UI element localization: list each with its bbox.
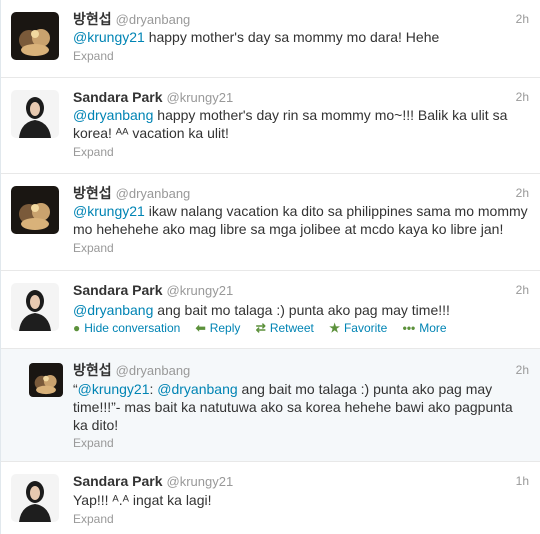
tweet-text: @dryanbang happy mother's day rin sa mom… xyxy=(73,106,523,142)
expand-link[interactable]: Expand xyxy=(73,435,114,451)
tweet-item[interactable]: Sandara Park @krungy21 2h @dryanbang happ… xyxy=(1,78,540,174)
tweet-fullname[interactable]: Sandara Park xyxy=(73,89,163,105)
mention-link[interactable]: @dryanbang xyxy=(73,107,153,123)
star-icon: ★ xyxy=(329,321,340,335)
expand-link[interactable]: Expand xyxy=(73,48,114,64)
tweet-item[interactable]: Sandara Park @krungy21 1h Yap!!! ᴬ.ᴬ inga… xyxy=(1,462,540,534)
tweet-fullname[interactable]: Sandara Park xyxy=(73,473,163,489)
retweet-button[interactable]: ⇄ Retweet xyxy=(256,320,314,336)
avatar-krungy21[interactable] xyxy=(11,283,59,331)
tweet-time[interactable]: 2h xyxy=(516,361,529,379)
tweet-item[interactable]: 방현섭 @dryanbang 2h @krungy21 ikaw nalang v… xyxy=(1,174,540,271)
tweet-item-conversation[interactable]: 방현섭 @dryanbang 2h “@krungy21: @dryanbang … xyxy=(1,349,540,462)
tweet-time[interactable]: 2h xyxy=(516,184,529,202)
tweet-username[interactable]: @krungy21 xyxy=(167,283,234,298)
tweet-body: happy mother's day sa mommy mo dara! Heh… xyxy=(144,29,440,45)
reply-button[interactable]: ⬅ Reply xyxy=(196,320,241,336)
mention-link[interactable]: @dryanbang xyxy=(157,381,237,397)
tweet-actions: ● Hide conversation ⬅ Reply ⇄ Retweet ★ Favo… xyxy=(73,320,459,336)
tweet-text: Yap!!! ᴬ.ᴬ ingat ka lagi! xyxy=(73,492,212,508)
mention-link[interactable]: @dryanbang xyxy=(73,302,153,318)
expand-link[interactable]: Expand xyxy=(73,511,114,527)
tweet-fullname[interactable]: Sandara Park xyxy=(73,282,163,298)
conversation-icon: ● xyxy=(73,321,81,335)
tweet-username[interactable]: @dryanbang xyxy=(116,363,191,378)
mention-link[interactable]: @krungy21 xyxy=(73,29,145,45)
tweet-username[interactable]: @krungy21 xyxy=(167,474,234,489)
tweet-time[interactable]: 2h xyxy=(516,88,529,106)
tweet-timeline: 방현섭 @dryanbang 2h @krungy21 happy mother'… xyxy=(0,0,540,534)
tweet-text: @krungy21 ikaw nalang vacation ka dito s… xyxy=(73,202,528,238)
avatar-dryanbang[interactable] xyxy=(11,186,59,234)
favorite-button[interactable]: ★ Favorite xyxy=(329,320,387,336)
avatar-krungy21[interactable] xyxy=(11,90,59,138)
mention-link[interactable]: @krungy21 xyxy=(73,203,145,219)
expand-link[interactable]: Expand xyxy=(73,144,114,160)
tweet-text: @krungy21 happy mother's day sa mommy mo… xyxy=(73,28,523,46)
tweet-fullname[interactable]: 방현섭 xyxy=(73,362,112,378)
expand-link[interactable]: Expand xyxy=(73,240,114,256)
retweet-icon: ⇄ xyxy=(255,321,266,335)
tweet-item[interactable]: Sandara Park @krungy21 2h @dryanbang ang … xyxy=(1,271,540,349)
tweet-item[interactable]: 방현섭 @dryanbang 2h @krungy21 happy mother'… xyxy=(1,0,540,78)
reply-icon: ⬅ xyxy=(195,321,206,335)
tweet-text: “@krungy21: @dryanbang ang bait mo talag… xyxy=(73,380,531,434)
tweet-time[interactable]: 2h xyxy=(516,281,529,299)
tweet-fullname[interactable]: 방현섭 xyxy=(73,185,112,201)
tweet-fullname[interactable]: 방현섭 xyxy=(73,11,112,27)
tweet-username[interactable]: @dryanbang xyxy=(116,12,191,27)
tweet-username[interactable]: @dryanbang xyxy=(116,186,191,201)
avatar-dryanbang[interactable] xyxy=(29,363,63,397)
tweet-time[interactable]: 1h xyxy=(516,472,529,490)
hide-conversation-button[interactable]: ● Hide conversation xyxy=(73,320,180,336)
tweet-body: ang bait mo talaga :) punta ako pag may … xyxy=(153,302,450,318)
tweet-username[interactable]: @krungy21 xyxy=(167,90,234,105)
more-button[interactable]: ••• More xyxy=(403,320,447,336)
avatar-dryanbang[interactable] xyxy=(11,12,59,60)
more-dots-icon: ••• xyxy=(402,321,416,335)
mention-link[interactable]: @krungy21 xyxy=(78,381,150,397)
tweet-text: @dryanbang ang bait mo talaga :) punta a… xyxy=(73,301,523,319)
avatar-krungy21[interactable] xyxy=(11,474,59,522)
tweet-time[interactable]: 2h xyxy=(516,10,529,28)
